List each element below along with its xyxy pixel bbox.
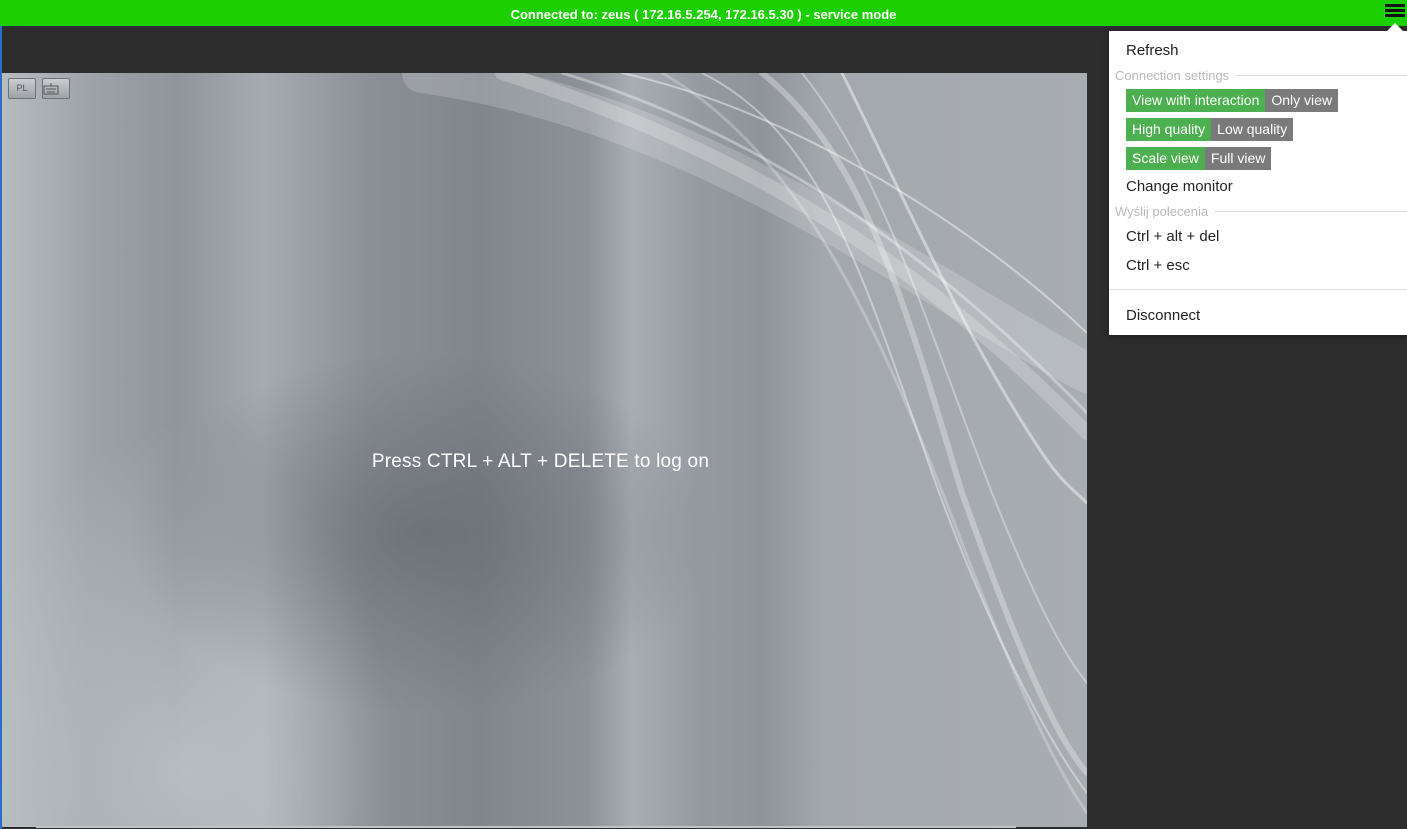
scaling-toggle: Scale view Full view (1126, 147, 1272, 170)
wallpaper-light-streaks (402, 73, 1087, 815)
screen-bottom-strip (36, 826, 1016, 828)
send-commands-title: Wyślij polecenia (1115, 204, 1209, 219)
keyboard-language-button[interactable]: PL (8, 78, 36, 99)
disconnect-menu-item[interactable]: Disconnect (1126, 307, 1200, 324)
scale-view-option[interactable]: Scale view (1126, 147, 1205, 170)
keyboard-language-label: PL (16, 83, 28, 93)
hamburger-icon[interactable] (1385, 4, 1405, 22)
connection-settings-title: Connection settings (1115, 68, 1230, 83)
settings-dropdown-menu: Refresh Connection settings View with in… (1109, 23, 1407, 335)
low-quality-option[interactable]: Low quality (1211, 118, 1294, 141)
change-monitor-menu-item[interactable]: Change monitor (1126, 178, 1233, 195)
high-quality-option[interactable]: High quality (1126, 118, 1212, 141)
send-commands-header: Wyślij polecenia (1115, 204, 1407, 219)
ctrl-alt-del-menu-item[interactable]: Ctrl + alt + del (1126, 228, 1219, 245)
connection-status-text: Connected to: zeus ( 172.16.5.254, 172.1… (510, 7, 897, 22)
remote-desktop-screen[interactable]: PL Press CTRL + ALT + DELETE to log on (2, 73, 1087, 827)
connection-settings-header: Connection settings (1115, 68, 1407, 83)
logon-message: Press CTRL + ALT + DELETE to log on (371, 451, 710, 472)
full-view-option[interactable]: Full view (1204, 147, 1272, 170)
ctrl-esc-menu-item[interactable]: Ctrl + esc (1126, 257, 1190, 274)
only-view-option[interactable]: Only view (1265, 89, 1339, 112)
menu-caret (1387, 23, 1403, 31)
quality-toggle: High quality Low quality (1126, 118, 1294, 141)
connection-status-bar: Connected to: zeus ( 172.16.5.254, 172.1… (0, 0, 1407, 26)
keyboard-icon (43, 83, 59, 95)
keyboard-button[interactable] (42, 78, 70, 99)
view-with-interaction-option[interactable]: View with interaction (1126, 89, 1266, 112)
interaction-toggle: View with interaction Only view (1126, 89, 1339, 112)
refresh-menu-item[interactable]: Refresh (1126, 42, 1179, 59)
menu-divider (1109, 289, 1407, 290)
